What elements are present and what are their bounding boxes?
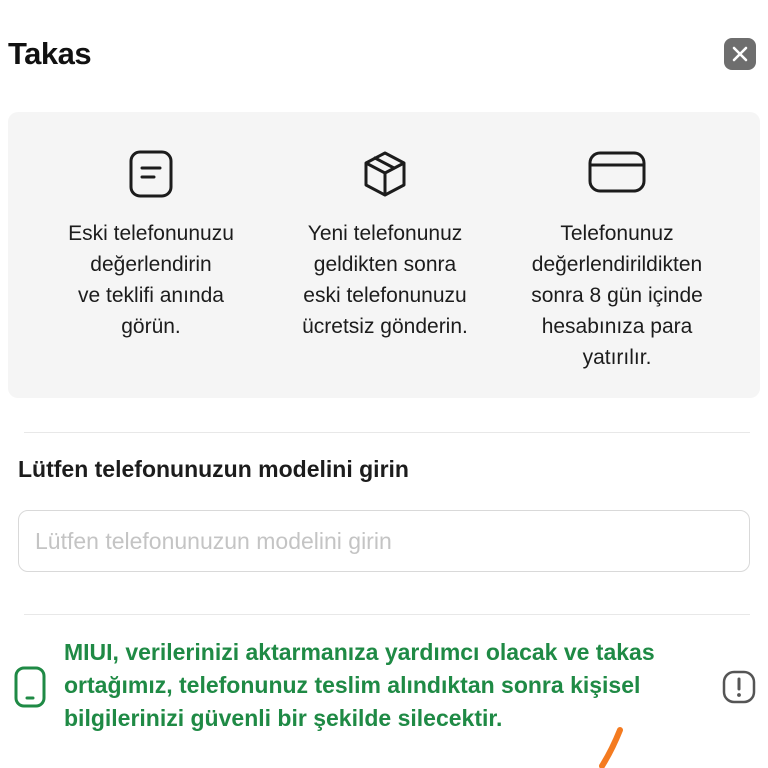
step-payment-text: Telefonunuz değerlendirildikten sonra 8 …	[531, 222, 703, 369]
step-evaluate-text: Eski telefonunuzu değerlendirin ve tekli…	[68, 222, 234, 338]
data-privacy-notice-text: MIUI, verilerinizi aktarmanıza yardımcı …	[64, 639, 655, 731]
close-icon	[732, 46, 748, 62]
box-icon	[364, 151, 406, 197]
phone-icon	[14, 666, 46, 708]
divider-bottom	[24, 614, 750, 615]
page-title: Takas	[8, 36, 92, 71]
annotation-stroke	[599, 727, 623, 768]
card-icon	[588, 151, 646, 193]
model-field-label: Lütfen telefonunuzun modelini girin	[18, 456, 409, 482]
info-icon[interactable]	[722, 670, 756, 704]
phone-model-input[interactable]	[18, 510, 750, 572]
close-button[interactable]	[724, 38, 756, 70]
step-ship-text: Yeni telefonunuz geldikten sonra eski te…	[302, 222, 468, 338]
trade-in-steps-card: Eski telefonunuzu değerlendirin ve tekli…	[8, 112, 760, 398]
data-privacy-notice: MIUI, verilerinizi aktarmanıza yardımcı …	[0, 636, 768, 740]
document-icon	[129, 150, 173, 198]
divider-top	[24, 432, 750, 433]
